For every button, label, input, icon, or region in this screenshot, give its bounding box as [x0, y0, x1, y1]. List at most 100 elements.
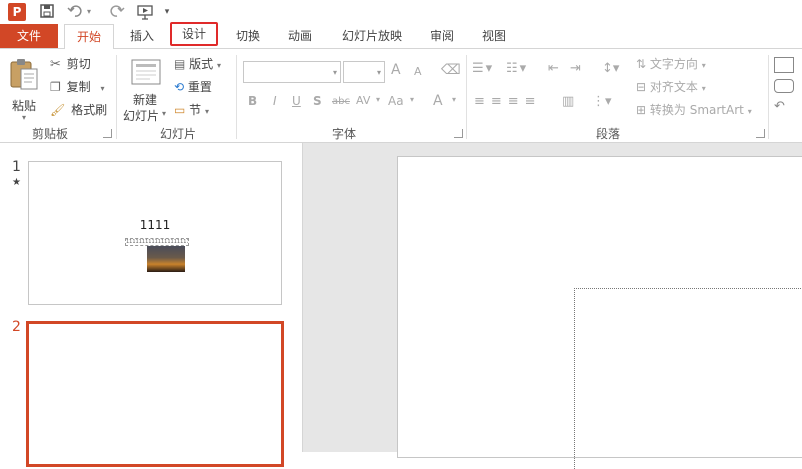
new-slide-label-2: 幻灯片 — [123, 109, 160, 123]
copy-icon: ❐ — [50, 80, 61, 94]
quick-access-toolbar: P ▾ ▾ — [0, 0, 802, 24]
shrink-font-button[interactable]: A — [414, 65, 422, 78]
cut-button[interactable]: ✂ 剪切 — [50, 55, 91, 73]
strikethrough-button[interactable]: abc — [332, 96, 350, 107]
tab-slideshow[interactable]: 幻灯片放映 — [334, 24, 410, 48]
slide-number: 2 — [12, 319, 21, 335]
format-painter-label: 格式刷 — [71, 103, 108, 117]
font-color-dropdown-icon[interactable]: ▾ — [452, 95, 456, 104]
paste-button[interactable]: 粘贴 ▾ — [8, 57, 42, 123]
group-divider — [466, 55, 467, 139]
underline-button[interactable]: U — [292, 94, 301, 108]
tab-design[interactable]: 设计 — [170, 22, 218, 46]
font-size-dropdown-icon: ▾ — [376, 68, 381, 77]
clipboard-launcher-icon[interactable] — [103, 129, 112, 138]
font-color-button[interactable]: A — [433, 93, 443, 109]
shape-rounded-rect-icon[interactable] — [774, 79, 794, 93]
alignment-icons[interactable]: ≡≡≡≡ — [474, 94, 542, 109]
undo-icon[interactable] — [66, 3, 84, 21]
section-label: 节 — [189, 103, 202, 117]
section-dropdown-icon: ▾ — [205, 107, 210, 116]
tab-file[interactable]: 文件 — [0, 24, 58, 48]
ribbon-home: 粘贴 ▾ ✂ 剪切 ❐ 复制 ▾ 🖌 格式刷 剪贴板 新建 幻灯片 ▾ ▤ 版式… — [0, 49, 802, 143]
slide-canvas[interactable] — [397, 156, 802, 469]
clear-formatting-icon[interactable]: ⌫ — [441, 62, 461, 78]
slide-number: 1 — [12, 159, 21, 175]
reset-icon: ⟲ — [174, 80, 185, 94]
format-painter-button[interactable]: 🖌 格式刷 — [50, 101, 107, 119]
save-icon[interactable] — [38, 3, 56, 21]
align-text-dropdown-icon: ▾ — [701, 84, 706, 93]
columns-icon[interactable]: ▥ — [562, 94, 574, 109]
start-from-beginning-icon[interactable] — [136, 3, 154, 21]
undo-dropdown-icon[interactable]: ▾ — [84, 3, 94, 21]
smartart-dropdown-icon: ▾ — [747, 107, 752, 116]
layout-button[interactable]: ▤ 版式 ▾ — [174, 55, 221, 73]
copy-dropdown-icon: ▾ — [100, 84, 105, 93]
line-spacing-icon[interactable]: ↕▾ — [602, 61, 619, 76]
font-launcher-icon[interactable] — [454, 129, 463, 138]
tab-review[interactable]: 审阅 — [420, 24, 464, 48]
slides-pane: 1 ★ 1111 111111111111111111111 2 — [0, 143, 303, 467]
tab-animations[interactable]: 动画 — [278, 24, 322, 48]
text-direction-icon: ⇅ — [636, 57, 647, 71]
paragraph-launcher-icon[interactable] — [756, 129, 765, 138]
numbering-icon[interactable]: ☷▾ — [506, 61, 528, 76]
decrease-indent-icon[interactable]: ⇤ — [548, 61, 559, 76]
tab-view[interactable]: 视图 — [472, 24, 516, 48]
shape-arc-icon[interactable]: ↶ — [774, 99, 792, 114]
char-spacing-dropdown-icon[interactable]: ▾ — [376, 95, 380, 104]
paste-icon — [10, 59, 38, 90]
slide-thumbnail-2[interactable] — [26, 321, 284, 467]
increase-indent-icon[interactable]: ⇥ — [570, 61, 581, 76]
text-direction-button[interactable]: ⇅ 文字方向 ▾ — [636, 55, 706, 73]
copy-label: 复制 — [66, 80, 91, 94]
bullets-icon[interactable]: ☰▾ — [472, 61, 494, 76]
content-placeholder[interactable] — [574, 288, 802, 469]
section-icon: ▭ — [174, 103, 186, 117]
char-spacing-button[interactable]: AV — [356, 94, 370, 107]
smartart-icon: ⊞ — [636, 103, 647, 117]
layout-label: 版式 — [189, 57, 214, 71]
powerpoint-logo: P — [8, 3, 26, 21]
shadow-button[interactable]: S — [313, 94, 322, 108]
customize-qat-icon[interactable]: ▾ — [162, 3, 172, 21]
italic-button[interactable]: I — [273, 94, 277, 108]
slide-editor — [303, 143, 802, 469]
shape-rectangle-icon[interactable] — [774, 57, 794, 73]
text-direction-dropdown-icon: ▾ — [701, 61, 706, 70]
tab-transitions[interactable]: 切换 — [226, 24, 270, 48]
format-painter-icon: 🖌 — [50, 103, 66, 117]
grow-font-button[interactable]: A — [391, 62, 401, 78]
align-text-button[interactable]: ⊟ 对齐文本 ▾ — [636, 78, 706, 96]
tab-home[interactable]: 开始 — [64, 24, 114, 50]
font-name-dropdown-icon: ▾ — [332, 68, 337, 77]
layout-dropdown-icon: ▾ — [217, 61, 222, 70]
group-label-slides: 幻灯片 — [159, 127, 196, 141]
change-case-button[interactable]: Aa — [388, 94, 404, 108]
copy-button[interactable]: ❐ 复制 ▾ — [50, 78, 104, 96]
align-text-label: 对齐文本 — [649, 80, 698, 94]
group-divider — [236, 55, 237, 139]
group-label-clipboard: 剪贴板 — [31, 127, 68, 141]
slide-thumbnail-1[interactable]: 1111 111111111111111111111 — [28, 161, 282, 305]
convert-smartart-button[interactable]: ⊞ 转换为 SmartArt ▾ — [636, 101, 752, 119]
bold-button[interactable]: B — [248, 94, 257, 108]
section-button[interactable]: ▭ 节 ▾ — [174, 101, 209, 119]
slide-title: 1111 — [139, 218, 171, 232]
font-size-combo[interactable]: ▾ — [343, 61, 385, 83]
paste-dropdown-icon: ▾ — [22, 113, 27, 122]
reset-button[interactable]: ⟲ 重置 — [174, 78, 212, 96]
tab-insert[interactable]: 插入 — [120, 24, 164, 48]
ribbon-tabs: 文件 开始 插入 设计 切换 动画 幻灯片放映 审阅 视图 — [0, 22, 802, 50]
distribute-icon[interactable]: ⋮▾ — [592, 94, 612, 109]
font-name-combo[interactable]: ▾ — [243, 61, 341, 83]
group-divider — [768, 55, 769, 139]
new-slide-button[interactable]: 新建 幻灯片 ▾ — [122, 55, 170, 125]
align-text-icon: ⊟ — [636, 80, 647, 94]
group-label-font: 字体 — [331, 127, 356, 141]
redo-icon[interactable] — [108, 3, 126, 21]
change-case-dropdown-icon[interactable]: ▾ — [410, 95, 414, 104]
reset-label: 重置 — [187, 80, 212, 94]
new-slide-dropdown-icon: ▾ — [162, 109, 167, 118]
